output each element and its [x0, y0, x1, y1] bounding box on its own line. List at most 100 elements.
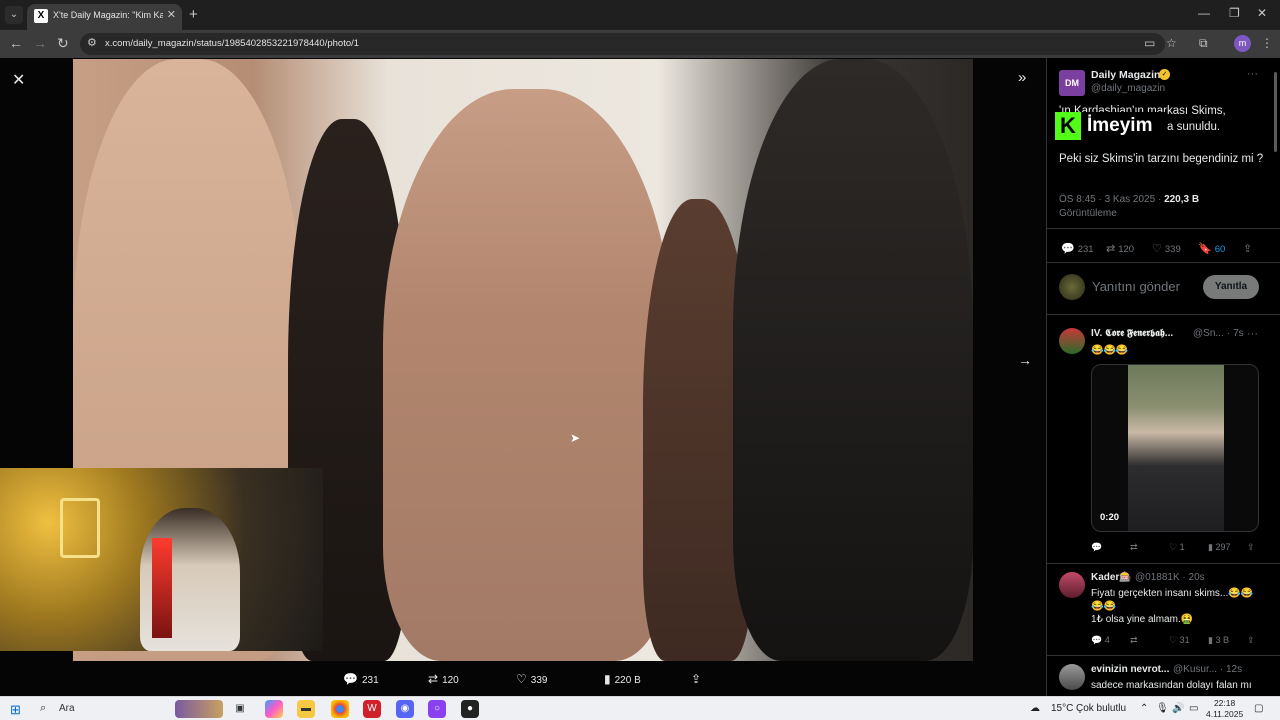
reply-retweet-icon[interactable]: ⇄ — [1130, 542, 1138, 553]
bookmark-star-icon[interactable]: ☆ — [1166, 36, 1177, 50]
retweet-icon: ⇄ — [1106, 243, 1116, 255]
app-icon[interactable]: ● — [461, 700, 479, 718]
chrome-icon[interactable] — [331, 700, 349, 718]
author-avatar[interactable]: DM — [1059, 70, 1085, 96]
more-options-icon[interactable]: ··· — [1247, 328, 1258, 340]
widget-thumbnail[interactable] — [175, 700, 223, 718]
back-icon[interactable]: ← — [9, 35, 23, 51]
reply-text: 1₺ olsa yine almam.🤮 — [1091, 614, 1194, 625]
reply-input[interactable]: Yanıtını gönder — [1092, 279, 1180, 294]
bookmark-stat-count: 60 — [1214, 244, 1226, 255]
reply-like-button[interactable]: ♡ 31 — [1169, 635, 1190, 646]
weather-temp[interactable]: 15°C — [1051, 703, 1073, 714]
like-stat-count: 339 — [1164, 244, 1181, 255]
more-options-icon[interactable]: ··· — [1247, 68, 1258, 80]
wps-icon[interactable]: W — [363, 700, 381, 718]
kick-logo-icon: K — [1055, 112, 1081, 140]
mouse-cursor: ➤ — [570, 431, 581, 445]
reply-views[interactable]: ▮ 297 — [1208, 542, 1230, 553]
profile-avatar[interactable]: m — [1234, 35, 1251, 52]
next-photo-icon[interactable]: → — [1018, 352, 1032, 368]
reply-author-name[interactable]: Kader🎰 — [1091, 572, 1132, 583]
reply-reply-icon[interactable]: 💬 — [1091, 542, 1102, 553]
search-icon[interactable]: ⌕ — [40, 702, 46, 715]
reply-text: 😂😂 — [1091, 601, 1116, 612]
file-explorer-icon[interactable]: ▬ — [297, 700, 315, 718]
tweet-views-count: 220,3 B — [1164, 194, 1200, 205]
url-text[interactable]: x.com/daily_magazin/status/1985402853221… — [105, 38, 359, 49]
reply-stat[interactable]: 💬 231 — [1061, 242, 1094, 255]
volume-icon[interactable]: 🔊 — [1172, 703, 1184, 714]
tab-search-icon[interactable]: ⌄ — [5, 6, 23, 24]
clock-time: 22:18 — [1213, 698, 1236, 708]
close-icon[interactable]: ✕ — [12, 70, 25, 90]
views-button[interactable]: ▮ 220 B — [604, 672, 641, 686]
reply-author-name[interactable]: IV. 𝕮𝖔𝖗𝖊 𝕱𝖊𝖓𝖊𝖗𝖇𝖆𝖍... — [1091, 328, 1173, 339]
reply-author-handle[interactable]: @01881K · 20s — [1135, 572, 1205, 583]
share-stat[interactable]: ⇪ — [1243, 242, 1255, 255]
reply-author-avatar[interactable] — [1059, 328, 1085, 354]
reply-reply-button[interactable]: 💬 4 — [1091, 635, 1110, 646]
windows-start-icon[interactable]: ⊞ — [10, 702, 21, 718]
reply-author-handle[interactable]: @Kusur... · 12s — [1173, 664, 1242, 675]
new-tab-icon[interactable]: + — [189, 6, 198, 23]
cast-icon[interactable]: ▭ — [1144, 36, 1155, 50]
reload-icon[interactable]: ↻ — [57, 35, 69, 52]
reply-author-name[interactable]: evinizin nevrot... — [1091, 664, 1169, 675]
taskbar-search[interactable]: Ara — [59, 703, 75, 714]
collapse-sidebar-icon[interactable]: » — [1018, 69, 1026, 86]
retweet-button[interactable]: ⇄ 120 — [428, 672, 459, 686]
forward-icon[interactable]: → — [33, 35, 47, 51]
reply-author-handle[interactable]: @Sn... — [1193, 328, 1224, 339]
author-handle[interactable]: @daily_magazin — [1091, 83, 1165, 94]
reply-text: Fiyatı gerçekten insanı skims...😂😂 — [1091, 588, 1254, 599]
extensions-icon[interactable]: ⧉ — [1199, 36, 1208, 51]
network-icon[interactable]: ▭ — [1189, 703, 1198, 714]
taskbar-clock[interactable]: 22:18 4.11.2025 — [1206, 698, 1243, 720]
copilot-icon[interactable] — [265, 700, 283, 718]
reply-views[interactable]: ▮ 3 B — [1208, 635, 1229, 646]
restore-icon[interactable]: ❐ — [1229, 6, 1240, 20]
photo-figure — [383, 89, 673, 661]
reply-share-icon[interactable]: ⇪ — [1247, 635, 1255, 646]
reply-time[interactable]: · 7s — [1227, 328, 1244, 339]
share-button[interactable]: ⇪ — [691, 672, 705, 686]
menu-icon[interactable]: ⋮ — [1261, 36, 1273, 50]
clock-date: 4.11.2025 — [1206, 709, 1244, 719]
minimize-icon[interactable]: — — [1198, 6, 1210, 20]
reply-retweet-icon[interactable]: ⇄ — [1130, 635, 1138, 646]
taskbar: ⊞ ⌕ Ara ▣ ▬ W ◉ ○ ● ☁ 15°C Çok bulutlu ⌃… — [0, 696, 1280, 720]
reply-share-icon[interactable]: ⇪ — [1247, 542, 1255, 553]
address-bar[interactable]: ⚙ x.com/daily_magazin/status/19854028532… — [80, 33, 1165, 55]
reply-like-button[interactable]: ♡ 1 — [1169, 542, 1185, 553]
reply-like-count: 1 — [1179, 542, 1185, 552]
like-button[interactable]: ♡ 339 — [516, 672, 547, 686]
divider — [1047, 228, 1280, 229]
mic-icon[interactable]: 🎙 — [1156, 703, 1169, 714]
weather-text[interactable]: Çok bulutlu — [1076, 703, 1126, 714]
reply-text: 😂😂😂 — [1091, 345, 1129, 356]
tweet-timestamp[interactable]: ÖS 8:45 · 3 Kas 2025 · 220,3 B — [1059, 194, 1199, 205]
tray-overflow-icon[interactable]: ⌃ — [1140, 703, 1148, 714]
reply-author-avatar[interactable] — [1059, 664, 1085, 690]
tweet-time: ÖS 8:45 · 3 Kas 2025 · — [1059, 194, 1165, 205]
author-name[interactable]: Daily Magazin — [1091, 69, 1160, 81]
reply-button[interactable]: 💬 231 — [343, 672, 379, 686]
weather-icon[interactable]: ☁ — [1030, 703, 1040, 714]
retweet-stat[interactable]: ⇄ 120 — [1106, 242, 1134, 255]
bookmark-icon: 🔖 — [1198, 243, 1212, 255]
site-info-icon[interactable]: ⚙ — [87, 36, 97, 49]
bookmark-stat[interactable]: 🔖 60 — [1198, 242, 1225, 255]
discord-icon[interactable]: ◉ — [396, 700, 414, 718]
scrollbar[interactable] — [1274, 72, 1277, 152]
obs-icon[interactable]: ○ — [428, 700, 446, 718]
window-close-icon[interactable]: ✕ — [1257, 6, 1267, 20]
like-stat[interactable]: ♡ 339 — [1152, 242, 1181, 255]
browser-tab[interactable]: X X'te Daily Magazin: "Kim Kardas ✕ — [27, 4, 182, 30]
task-view-icon[interactable]: ▣ — [231, 700, 249, 718]
notification-icon[interactable]: ▢ — [1254, 703, 1263, 714]
tab-close-icon[interactable]: ✕ — [167, 8, 176, 21]
reply-submit-button[interactable]: Yanıtla — [1203, 275, 1259, 299]
reply-video[interactable]: 0:20 — [1091, 364, 1259, 532]
reply-author-avatar[interactable] — [1059, 572, 1085, 598]
